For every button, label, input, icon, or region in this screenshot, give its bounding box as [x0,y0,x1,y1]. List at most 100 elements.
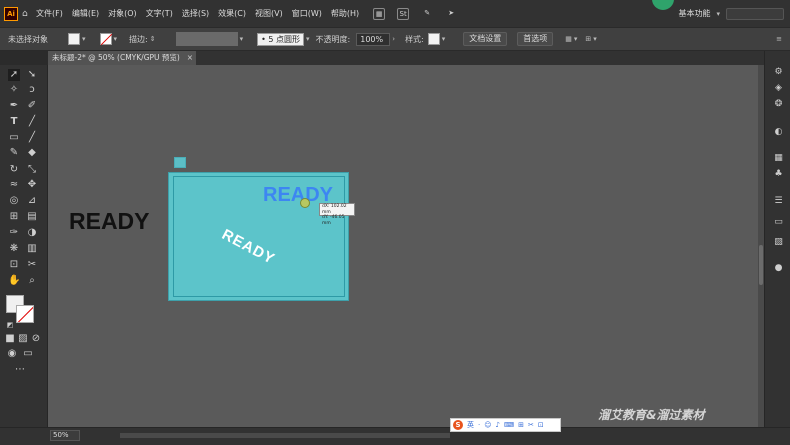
stepper-icon[interactable]: ⇕ [150,35,156,43]
chevron-down-icon[interactable]: ▾ [593,35,597,43]
rectangle-tool-icon[interactable]: ▭ [8,132,20,144]
gradient-tool-icon[interactable]: ▤ [26,211,38,223]
default-colors-icon[interactable]: ◩ [4,319,16,331]
shape-builder-tool-icon[interactable]: ◎ [8,195,20,207]
menu-edit[interactable]: 编辑(E) [72,8,99,19]
arrange-icon[interactable]: ▦ [565,35,572,43]
chevron-down-icon[interactable]: ▾ [442,35,446,43]
hand-tool-icon[interactable]: ✋ [8,275,20,287]
mesh-tool-icon[interactable]: ⊞ [8,211,20,223]
menu-help[interactable]: 帮助(H) [331,8,359,19]
workspace-switcher[interactable]: 基本功能 [678,8,710,19]
horizontal-scrollbar[interactable] [120,433,450,438]
scale-tool-icon[interactable]: ⤡ [26,164,38,176]
ime-lang-toggle[interactable]: 英 [467,420,474,430]
style-swatch[interactable] [427,33,440,45]
color-guide-icon[interactable]: ◐ [773,127,784,138]
screen-mode-icon[interactable]: ▭ [22,348,34,360]
eyedropper-tool-icon[interactable]: ✑ [8,227,20,239]
perspective-grid-tool-icon[interactable]: ⊿ [26,195,38,207]
small-teal-square[interactable] [174,157,186,168]
chevron-down-icon[interactable]: ▾ [716,10,720,18]
transform-icon[interactable]: ⊞ [585,35,591,43]
voice-icon[interactable]: ♪ [496,420,500,430]
symbol-sprayer-tool-icon[interactable]: ❋ [8,243,20,255]
gradient-panel-icon[interactable]: ▨ [773,237,784,248]
blend-tool-icon[interactable]: ◑ [26,227,38,239]
home-icon[interactable]: ⌂ [22,9,32,19]
brush-icon[interactable]: ✎ [421,8,433,20]
column-graph-tool-icon[interactable]: ▥ [26,243,38,255]
emoji-icon[interactable]: ☺ [484,420,491,430]
rotate-tool-icon[interactable]: ↻ [8,164,20,176]
sogou-logo-icon[interactable]: S [453,420,463,430]
zoom-tool-icon[interactable]: ⌕ [26,275,38,287]
libraries-icon[interactable]: ❂ [773,99,784,110]
zoom-level-field[interactable]: 50% [50,430,80,441]
color-mode-icon[interactable]: ■ [4,333,16,345]
menu-file[interactable]: 文件(F) [36,8,63,19]
paintbrush-tool-icon[interactable]: ╱ [26,132,38,144]
symbols-icon[interactable]: ☰ [773,196,784,207]
fill-swatch[interactable] [68,33,80,45]
layers-icon[interactable]: ◈ [773,83,784,94]
artboard-tool-icon[interactable]: ⊡ [8,259,20,271]
free-transform-tool-icon[interactable]: ✥ [26,179,38,191]
chevron-right-icon[interactable]: › [392,35,395,43]
arrange-documents-icon[interactable]: ▦ [373,7,386,20]
ime-punct-icon[interactable]: · [478,420,480,430]
stroke-color-swatch[interactable] [16,305,34,323]
menu-select[interactable]: 选择(S) [182,8,209,19]
keyboard-icon[interactable]: ⌨ [504,420,514,430]
chevron-down-icon[interactable]: ▾ [114,35,118,43]
edit-toolbar-icon[interactable]: ⋯ [14,364,26,376]
properties-icon[interactable]: ⚙ [773,67,784,78]
draw-mode-icon[interactable]: ◉ [6,348,18,360]
menu-type[interactable]: 文字(T) [146,8,173,19]
stock-icon[interactable]: St [397,7,410,20]
selection-tool-icon[interactable]: ➚ [8,69,20,81]
pen-tool-icon[interactable]: ✒ [8,100,20,112]
swatches-icon[interactable]: ▦ [773,153,784,164]
search-input[interactable] [726,7,784,20]
shaper-tool-icon[interactable]: ✎ [8,147,20,159]
chevron-down-icon[interactable]: ▾ [82,35,86,43]
chevron-down-icon[interactable]: ▾ [240,35,244,43]
menu-window[interactable]: 窗口(W) [292,8,322,19]
warp-tool-icon[interactable]: ≈ [8,179,20,191]
menu-effect[interactable]: 效果(C) [218,8,246,19]
gradient-mode-icon[interactable]: ▨ [17,333,29,345]
menu-object[interactable]: 对象(O) [108,8,137,19]
scroll-thumb[interactable] [759,245,763,285]
stroke-swatch[interactable] [99,33,112,45]
document-tab[interactable]: 未标题-2* @ 50% (CMYK/GPU 预览) × [48,51,196,65]
lasso-tool-icon[interactable]: ↄ [26,84,38,96]
stroke-panel-icon[interactable]: ▭ [773,217,784,228]
text-ready-black[interactable]: READY [69,208,150,235]
direct-selection-tool-icon[interactable]: ➘ [26,69,38,81]
menu-view[interactable]: 视图(V) [255,8,283,19]
send-icon[interactable]: ➤ [445,8,457,20]
preferences-button[interactable]: 首选项 [517,32,554,46]
eraser-tool-icon[interactable]: ◆ [26,147,38,159]
brush-dropdown[interactable]: • 5 点圆形 [257,32,305,46]
panel-menu-icon[interactable]: ≡ [776,35,782,43]
scissors-icon[interactable]: ✂ [528,420,534,430]
none-mode-icon[interactable]: ⊘ [30,333,42,345]
slice-tool-icon[interactable]: ✂ [26,259,38,271]
opacity-field[interactable]: 100% [356,32,391,46]
magic-wand-tool-icon[interactable]: ✧ [8,84,20,96]
toolbox-icon[interactable]: ⊞ [518,420,524,430]
curvature-tool-icon[interactable]: ✐ [26,100,38,112]
skin-icon[interactable]: ⊡ [538,420,544,430]
close-icon[interactable]: × [187,51,193,65]
brushes-icon[interactable]: ♣ [773,169,784,180]
type-tool-icon[interactable]: T [8,116,20,128]
line-tool-icon[interactable]: ╱ [26,116,38,128]
canvas-pasteboard[interactable]: READY READY READY dX: 102.02 mm dY: -46.… [48,65,764,427]
artboard[interactable]: READY READY [168,172,349,301]
transparency-icon[interactable]: ● [773,263,784,274]
stroke-weight-field[interactable] [175,32,238,46]
document-setup-button[interactable]: 文档设置 [463,32,508,46]
chevron-down-icon[interactable]: ▾ [574,35,578,43]
